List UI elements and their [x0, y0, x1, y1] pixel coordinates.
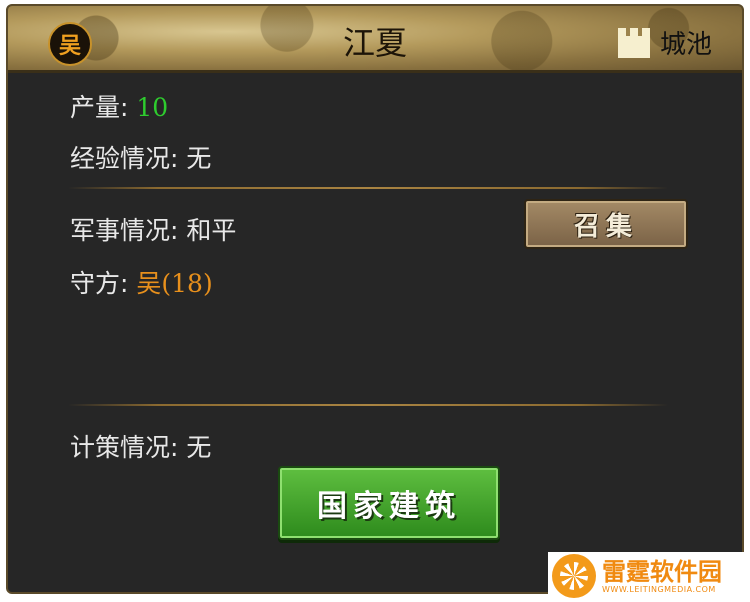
city-type: 城池: [616, 24, 712, 61]
military-label: 军事情况:: [70, 216, 179, 245]
national-build-button[interactable]: 国家建筑: [278, 466, 500, 540]
city-info-panel: 吴 江夏 城池 产量: 10 经验情况: 无 军事情况: 和平 召集 守方: 吴…: [6, 4, 744, 594]
military-row: 军事情况: 和平: [70, 211, 236, 247]
watermark: 雷霆软件园 WWW.LEITINGMEDIA.COM: [548, 552, 746, 600]
military-value: 和平: [186, 216, 237, 245]
output-row: 产量: 10: [70, 88, 168, 124]
output-label: 产量:: [70, 93, 129, 122]
panel-header: 吴 江夏 城池: [8, 6, 742, 73]
watermark-cn: 雷霆软件园: [602, 557, 722, 586]
castle-icon: [616, 27, 652, 58]
experience-label: 经验情况:: [70, 144, 179, 173]
recruit-button[interactable]: 召集: [524, 199, 688, 249]
divider: [68, 404, 668, 406]
strategy-row: 计策情况: 无: [70, 428, 211, 464]
defender-row: 守方: 吴(18): [70, 264, 213, 300]
defender-value: 吴(18): [136, 269, 213, 298]
strategy-label: 计策情况:: [70, 433, 179, 462]
city-type-label: 城池: [659, 30, 712, 60]
experience-value: 无: [186, 144, 212, 173]
output-value: 10: [136, 93, 169, 122]
orange-slice-logo-icon: [552, 554, 596, 598]
experience-row: 经验情况: 无: [70, 139, 211, 175]
divider: [68, 187, 668, 189]
watermark-en: WWW.LEITINGMEDIA.COM: [602, 584, 716, 594]
strategy-value: 无: [186, 433, 212, 462]
defender-label: 守方:: [70, 269, 129, 298]
